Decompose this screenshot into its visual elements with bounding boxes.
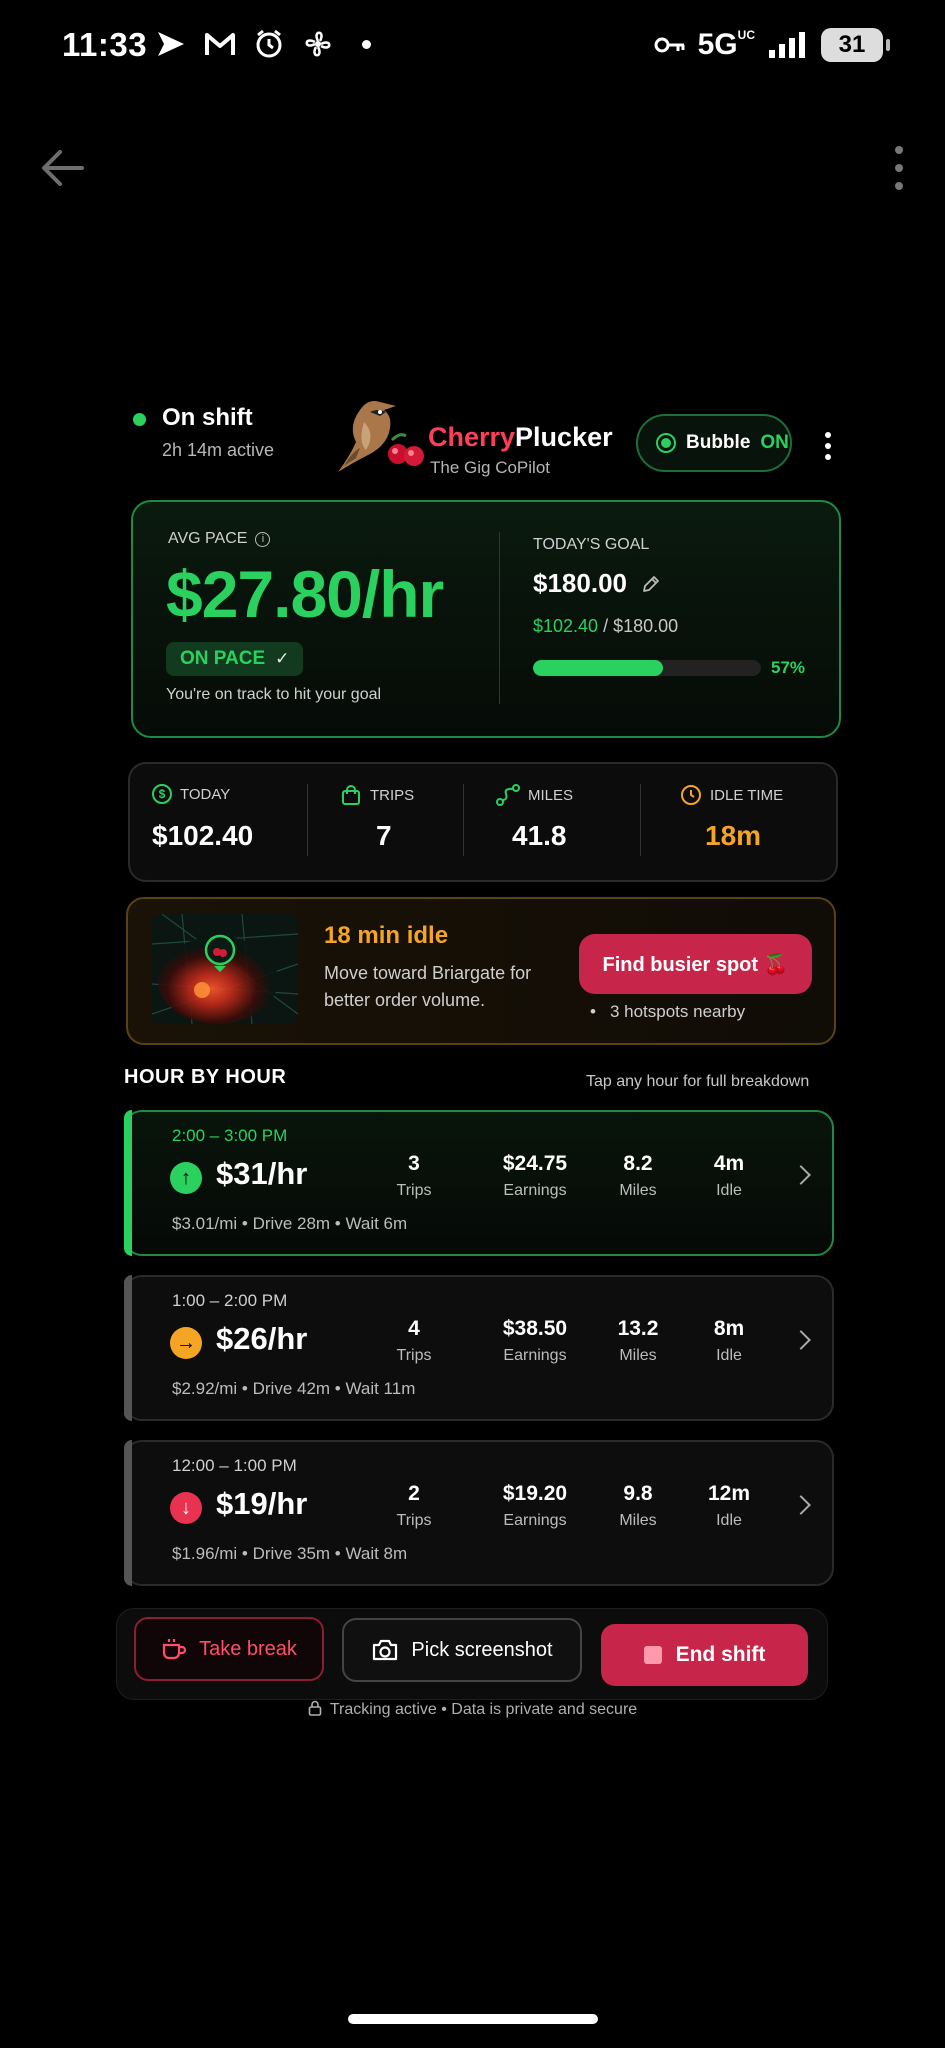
hour-row-trips: 2 Trips (396, 1482, 432, 1529)
shift-status-title: On shift (162, 404, 253, 431)
hour-row-details: $1.96/mi • Drive 35m • Wait 8m (172, 1544, 408, 1563)
checkmark-icon: ✓ (275, 649, 290, 668)
find-busier-spot-button[interactable]: Find busier spot 🍒 (579, 934, 812, 994)
hour-row[interactable]: 1:00 – 2:00 PM → $26/hr 4 Trips $38.50 Earning… (124, 1275, 834, 1421)
hour-row-miles: 13.2 Miles (617, 1317, 659, 1364)
app-tagline: The Gig CoPilot (430, 458, 550, 477)
hour-row-trips: 3 Trips (396, 1152, 432, 1199)
waxwing-bird-logo (338, 401, 424, 472)
hour-row-accent (124, 1275, 132, 1421)
battery-indicator: 31 (821, 28, 890, 62)
hotspots-count: • 3 hotspots nearby (590, 1002, 746, 1021)
trend-down-icon: ↓ (170, 1492, 202, 1524)
app-brand-name: CherryPlucker (428, 422, 613, 452)
status-dot-icon (362, 39, 371, 49)
hour-row-time: 12:00 – 1:00 PM (172, 1456, 297, 1475)
hour-row[interactable]: 2:00 – 3:00 PM ↑ $31/hr 3 Trips $24.75 Earning… (124, 1110, 834, 1256)
hour-by-hour-hint: Tap any hour for full breakdown (586, 1073, 810, 1090)
vpn-key-icon (654, 37, 685, 53)
idle-alert-text: Move toward Briargate for better order v… (324, 963, 532, 1010)
chevron-right-icon (791, 1495, 811, 1515)
avg-pace-label: AVG PACE i (168, 530, 271, 548)
lock-icon (308, 1700, 322, 1716)
stat-divider (463, 784, 464, 856)
trend-up-icon: ↑ (170, 1162, 202, 1194)
hour-row-time: 2:00 – 3:00 PM (172, 1126, 288, 1145)
hour-row[interactable]: 12:00 – 1:00 PM ↓ $19/hr 2 Trips $19.20 Earnin… (124, 1440, 834, 1586)
back-arrow-icon[interactable] (38, 146, 88, 190)
hour-row-accent (124, 1110, 132, 1256)
hour-row-time: 1:00 – 2:00 PM (172, 1291, 288, 1310)
take-break-button[interactable]: Take break (134, 1617, 324, 1681)
hour-row-idle: 8m Idle (713, 1317, 745, 1364)
coffee-cup-icon (162, 1639, 187, 1660)
status-system-icons: 5GUC 31 (654, 28, 890, 62)
shift-duration: 2h 14m active (162, 440, 275, 460)
on-shift-indicator (133, 413, 146, 426)
hour-row-trips: 4 Trips (396, 1317, 432, 1364)
shopping-bag-icon (342, 785, 360, 805)
status-notification-icons (156, 28, 371, 60)
chevron-right-icon (791, 1330, 811, 1350)
heatmap-thumbnail[interactable] (152, 914, 298, 1024)
goal-value[interactable]: $180.00 (533, 568, 661, 599)
goal-progress-percent: 57% (771, 658, 806, 677)
goal-label: TODAY'S GOAL (533, 536, 650, 553)
signal-icon (769, 32, 805, 58)
pace-divider (499, 532, 500, 704)
fan-icon (305, 31, 331, 57)
chevron-right-icon (791, 1165, 811, 1185)
pick-screenshot-button[interactable]: Pick screenshot (342, 1618, 582, 1682)
hour-row-rate: $19/hr (216, 1486, 308, 1521)
end-shift-button[interactable]: End shift (601, 1624, 808, 1686)
tracking-note: Tracking active • Data is private and se… (0, 1700, 945, 1719)
stat-divider (640, 784, 641, 856)
hour-row-idle: 12m Idle (707, 1482, 751, 1529)
hour-row-miles: 8.2 Miles (619, 1152, 657, 1199)
edit-pencil-icon[interactable] (641, 574, 661, 594)
hour-row-rate: $31/hr (216, 1156, 308, 1191)
bubble-label: Bubble (686, 432, 751, 453)
stat-divider (307, 784, 308, 856)
route-icon (496, 784, 520, 806)
hour-row-idle: 4m Idle (713, 1152, 745, 1199)
overflow-menu-icon[interactable] (891, 146, 907, 190)
status-time: 11:33 (62, 26, 148, 63)
gmail-icon (205, 33, 235, 55)
bubble-toggle[interactable]: Bubble ON (636, 414, 792, 472)
hour-row-rate: $26/hr (216, 1321, 308, 1356)
dollar-icon: $ (152, 784, 172, 804)
hour-row-details: $2.92/mi • Drive 42m • Wait 11m (172, 1379, 416, 1398)
hour-by-hour-title: HOUR BY HOUR (124, 1066, 287, 1088)
goal-progress-fill (533, 660, 663, 676)
bubble-state: ON (760, 432, 789, 453)
on-pace-badge: ON PACE ✓ (166, 642, 304, 676)
more-options-icon[interactable] (822, 432, 834, 460)
camera-icon (373, 1639, 398, 1661)
pace-note: You're on track to hit your goal (166, 686, 382, 703)
hour-row-details: $3.01/mi • Drive 28m • Wait 6m (172, 1214, 408, 1233)
hour-row-earnings: $38.50 Earnings (502, 1317, 568, 1364)
home-indicator[interactable] (348, 2014, 598, 2024)
hour-row-earnings: $19.20 Earnings (502, 1482, 568, 1529)
navigation-arrow-icon (158, 32, 184, 56)
goal-progress-bar (533, 660, 761, 676)
clock-icon (681, 785, 701, 805)
trend-flat-icon: → (170, 1327, 202, 1359)
goal-progress-text: $102.40 / $180.00 (533, 616, 679, 636)
hour-row-miles: 9.8 Miles (619, 1482, 657, 1529)
alarm-icon (256, 29, 282, 58)
idle-alert-title: 18 min idle (324, 922, 449, 949)
stop-icon (643, 1646, 662, 1664)
bubble-status-icon (656, 433, 676, 453)
info-icon[interactable]: i (255, 531, 271, 547)
hour-row-earnings: $24.75 Earnings (502, 1152, 568, 1199)
avg-pace-value: $27.80/hr (166, 557, 444, 631)
network-type: 5GUC (697, 28, 755, 61)
hour-row-accent (124, 1440, 132, 1586)
